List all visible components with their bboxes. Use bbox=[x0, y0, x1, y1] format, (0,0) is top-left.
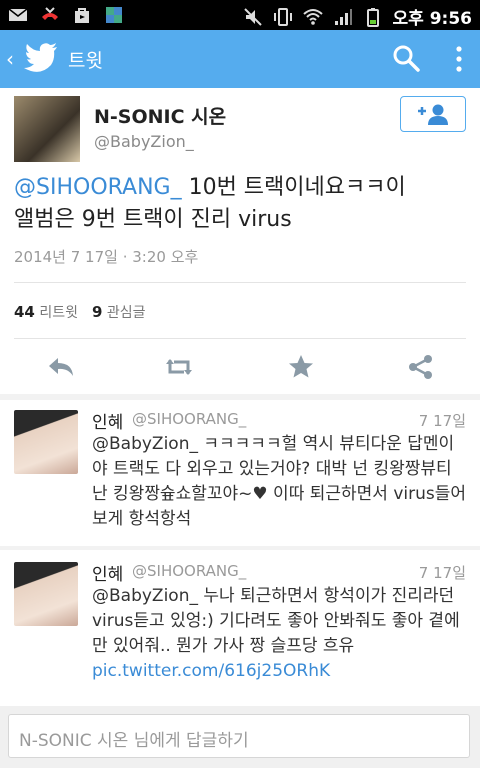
section-separator bbox=[0, 546, 480, 550]
divider bbox=[14, 338, 466, 339]
mail-icon bbox=[8, 8, 28, 21]
reply-author-name: 인혜 bbox=[92, 565, 124, 585]
battery-icon bbox=[366, 7, 379, 27]
reply-icon[interactable] bbox=[46, 352, 76, 382]
retweet-count: 44 bbox=[14, 303, 35, 321]
favorite-label: 관심글 bbox=[106, 305, 146, 321]
mute-icon bbox=[243, 7, 262, 26]
reply-text-body: @BabyZion_ 누나 퇴근하면서 항석이가 진리라던 virus듣고 있엉… bbox=[92, 586, 460, 656]
tweet-author: N-SONIC 시온 @BabyZion_ bbox=[0, 88, 480, 168]
vibrate-icon bbox=[273, 7, 292, 26]
status-bar: 오후 9:56 bbox=[0, 0, 480, 30]
share-icon[interactable] bbox=[406, 352, 436, 382]
tweet-timestamp: 2014년 7 17일 · 3:20 오후 bbox=[14, 248, 199, 266]
reply-item[interactable]: 인혜 @SIHOORANG_ 7 17일 @BabyZion_ 누나 퇴근하면서… bbox=[0, 552, 480, 698]
missed-call-icon bbox=[42, 7, 58, 20]
signal-icon bbox=[334, 8, 352, 25]
reply-author-name: 인혜 bbox=[92, 413, 124, 433]
reply-composer: N-SONIC 시온 님에게 답글하기 bbox=[0, 706, 480, 768]
author-name[interactable]: N-SONIC 시온 bbox=[94, 102, 226, 129]
tweet-actions bbox=[0, 346, 480, 390]
favorite-count: 9 bbox=[91, 303, 103, 321]
status-time: 오후 9:56 bbox=[392, 9, 472, 29]
reply-avatar[interactable] bbox=[14, 562, 78, 626]
tweet-text-line2: 앨범은 9번 트랙이 진리 virus bbox=[14, 207, 292, 232]
back-chevron-icon[interactable]: ‹ bbox=[6, 47, 14, 71]
favorite-stat[interactable]: 9 관심글 bbox=[92, 302, 146, 322]
tweet-stats: 44 리트윗 9 관심글 bbox=[14, 302, 146, 322]
tweet-text: @SIHOORANG_ 10번 트랙이네요ㅋㅋ이 앨범은 9번 트랙이 진리 v… bbox=[14, 172, 470, 236]
reply-author-handle: @SIHOORANG_ bbox=[132, 562, 247, 580]
add-user-icon bbox=[418, 104, 448, 125]
reply-item[interactable]: 인혜 @SIHOORANG_ 7 17일 @BabyZion_ ㅋㅋㅋㅋㅋ헐 역… bbox=[0, 400, 480, 546]
favorite-star-icon[interactable] bbox=[286, 352, 316, 382]
retweet-icon[interactable] bbox=[164, 352, 194, 382]
reply-author-handle: @SIHOORANG_ bbox=[132, 410, 247, 428]
reply-date: 7 17일 bbox=[418, 564, 466, 582]
reply-link[interactable]: pic.twitter.com/616j25ORhK bbox=[92, 661, 330, 681]
retweet-stat[interactable]: 44 리트윗 bbox=[14, 302, 78, 322]
twitter-bird-icon[interactable] bbox=[24, 43, 58, 73]
app-bar: ‹ 트윗 bbox=[0, 30, 480, 88]
retweet-label: 리트윗 bbox=[39, 305, 78, 321]
author-avatar[interactable] bbox=[14, 96, 80, 162]
tweet-mention[interactable]: @SIHOORANG_ bbox=[14, 175, 182, 200]
overflow-menu-icon[interactable] bbox=[452, 44, 466, 74]
gallery-icon bbox=[106, 7, 122, 23]
reply-text-body: @BabyZion_ ㅋㅋㅋㅋㅋ헐 역시 뷰티다운 답멘이야 트랙도 다 외우고… bbox=[92, 434, 467, 529]
page-title: 트윗 bbox=[68, 50, 103, 72]
shopping-bag-icon bbox=[75, 8, 89, 23]
tweet-text-line1: 10번 트랙이네요ㅋㅋ이 bbox=[181, 175, 406, 200]
reply-text: @BabyZion_ 누나 퇴근하면서 항석이가 진리라던 virus듣고 있엉… bbox=[92, 584, 468, 684]
divider bbox=[14, 282, 466, 283]
search-icon[interactable] bbox=[392, 44, 420, 72]
reply-date: 7 17일 bbox=[418, 412, 466, 430]
reply-avatar[interactable] bbox=[14, 410, 78, 474]
reply-input[interactable]: N-SONIC 시온 님에게 답글하기 bbox=[8, 714, 470, 758]
author-handle[interactable]: @BabyZion_ bbox=[94, 132, 194, 151]
reply-text: @BabyZion_ ㅋㅋㅋㅋㅋ헐 역시 뷰티다운 답멘이야 트랙도 다 외우고… bbox=[92, 432, 468, 532]
follow-button[interactable] bbox=[400, 96, 466, 132]
wifi-icon bbox=[302, 8, 323, 25]
